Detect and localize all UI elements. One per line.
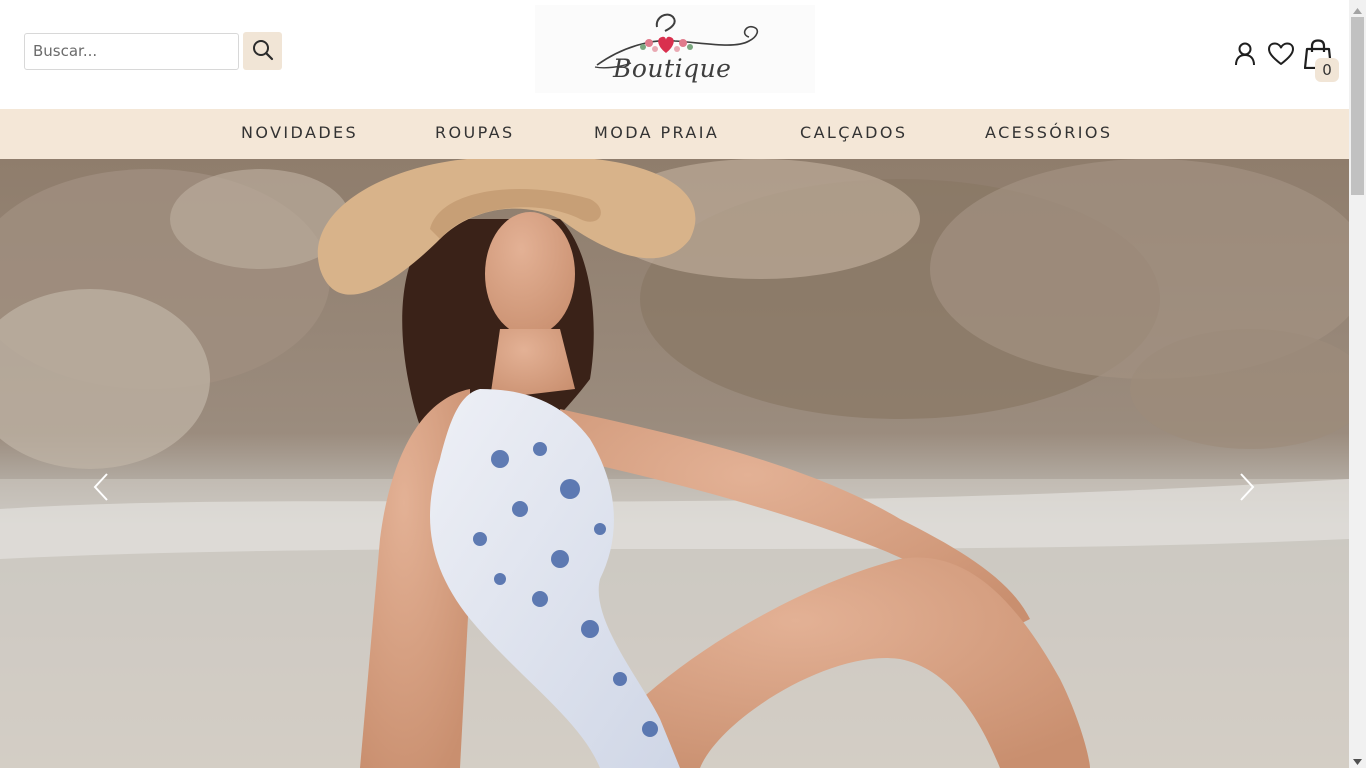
hero-image (0, 159, 1349, 768)
hero-banner (0, 159, 1349, 768)
scroll-thumb[interactable] (1351, 17, 1364, 195)
scroll-up-button[interactable] (1349, 0, 1366, 17)
heart-icon (1268, 42, 1294, 70)
user-icon (1234, 42, 1256, 70)
wishlist-button[interactable] (1266, 38, 1296, 74)
cart-button[interactable]: 0 (1302, 36, 1339, 82)
search-input[interactable] (24, 32, 239, 70)
nav-item-moda-praia[interactable]: MODA PRAIA (594, 123, 719, 142)
scroll-down-button[interactable] (1349, 751, 1366, 768)
search-bar (24, 32, 282, 70)
carousel-next-button[interactable] (1232, 469, 1262, 505)
nav-item-novidades[interactable]: NOVIDADES (241, 123, 358, 142)
site-logo[interactable]: Boutique (535, 5, 815, 93)
search-icon (252, 39, 274, 64)
account-button[interactable] (1230, 38, 1260, 74)
search-button[interactable] (243, 32, 282, 70)
nav-item-roupas[interactable]: ROUPAS (435, 123, 515, 142)
cart-count-badge: 0 (1315, 58, 1339, 82)
nav-item-acessorios[interactable]: ACESSÓRIOS (985, 123, 1112, 142)
chevron-right-icon (1239, 472, 1255, 502)
page-scrollbar[interactable] (1349, 0, 1366, 768)
chevron-left-icon (93, 472, 109, 502)
logo-text: Boutique (613, 54, 732, 83)
scroll-down-arrow-icon (1353, 750, 1362, 768)
carousel-prev-button[interactable] (86, 469, 116, 505)
header-actions: 0 (1230, 36, 1339, 82)
site-header: Boutique 0 (0, 0, 1349, 109)
main-navigation: NOVIDADES ROUPAS MODA PRAIA CALÇADOS ACE… (0, 109, 1349, 159)
scroll-up-arrow-icon (1353, 0, 1362, 18)
nav-item-calcados[interactable]: CALÇADOS (800, 123, 907, 142)
